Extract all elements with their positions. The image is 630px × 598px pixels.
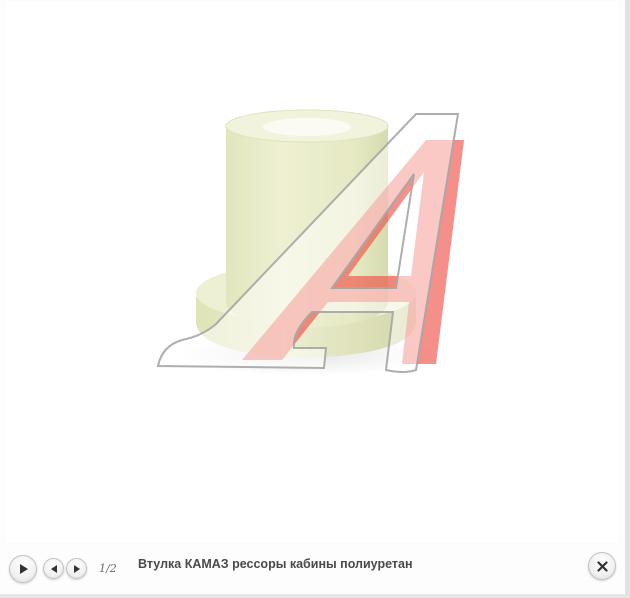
gallery-controls: 1/2 Втулка КАМАЗ рессоры кабины полиурет… <box>0 548 630 588</box>
image-counter: 1/2 <box>99 562 117 575</box>
lightbox-window: 1/2 Втулка КАМАЗ рессоры кабины полиурет… <box>0 0 630 598</box>
image-caption: Втулка КАМАЗ рессоры кабины полиуретан <box>138 557 413 571</box>
triangle-right-icon <box>73 564 81 573</box>
close-button[interactable] <box>588 552 616 580</box>
play-button[interactable] <box>9 555 37 583</box>
next-button[interactable] <box>66 558 87 579</box>
play-icon <box>17 563 29 575</box>
previous-button[interactable] <box>43 558 64 579</box>
product-photo <box>156 109 464 376</box>
product-image-area <box>6 2 618 542</box>
close-x-icon <box>596 560 608 572</box>
triangle-left-icon <box>50 564 58 573</box>
